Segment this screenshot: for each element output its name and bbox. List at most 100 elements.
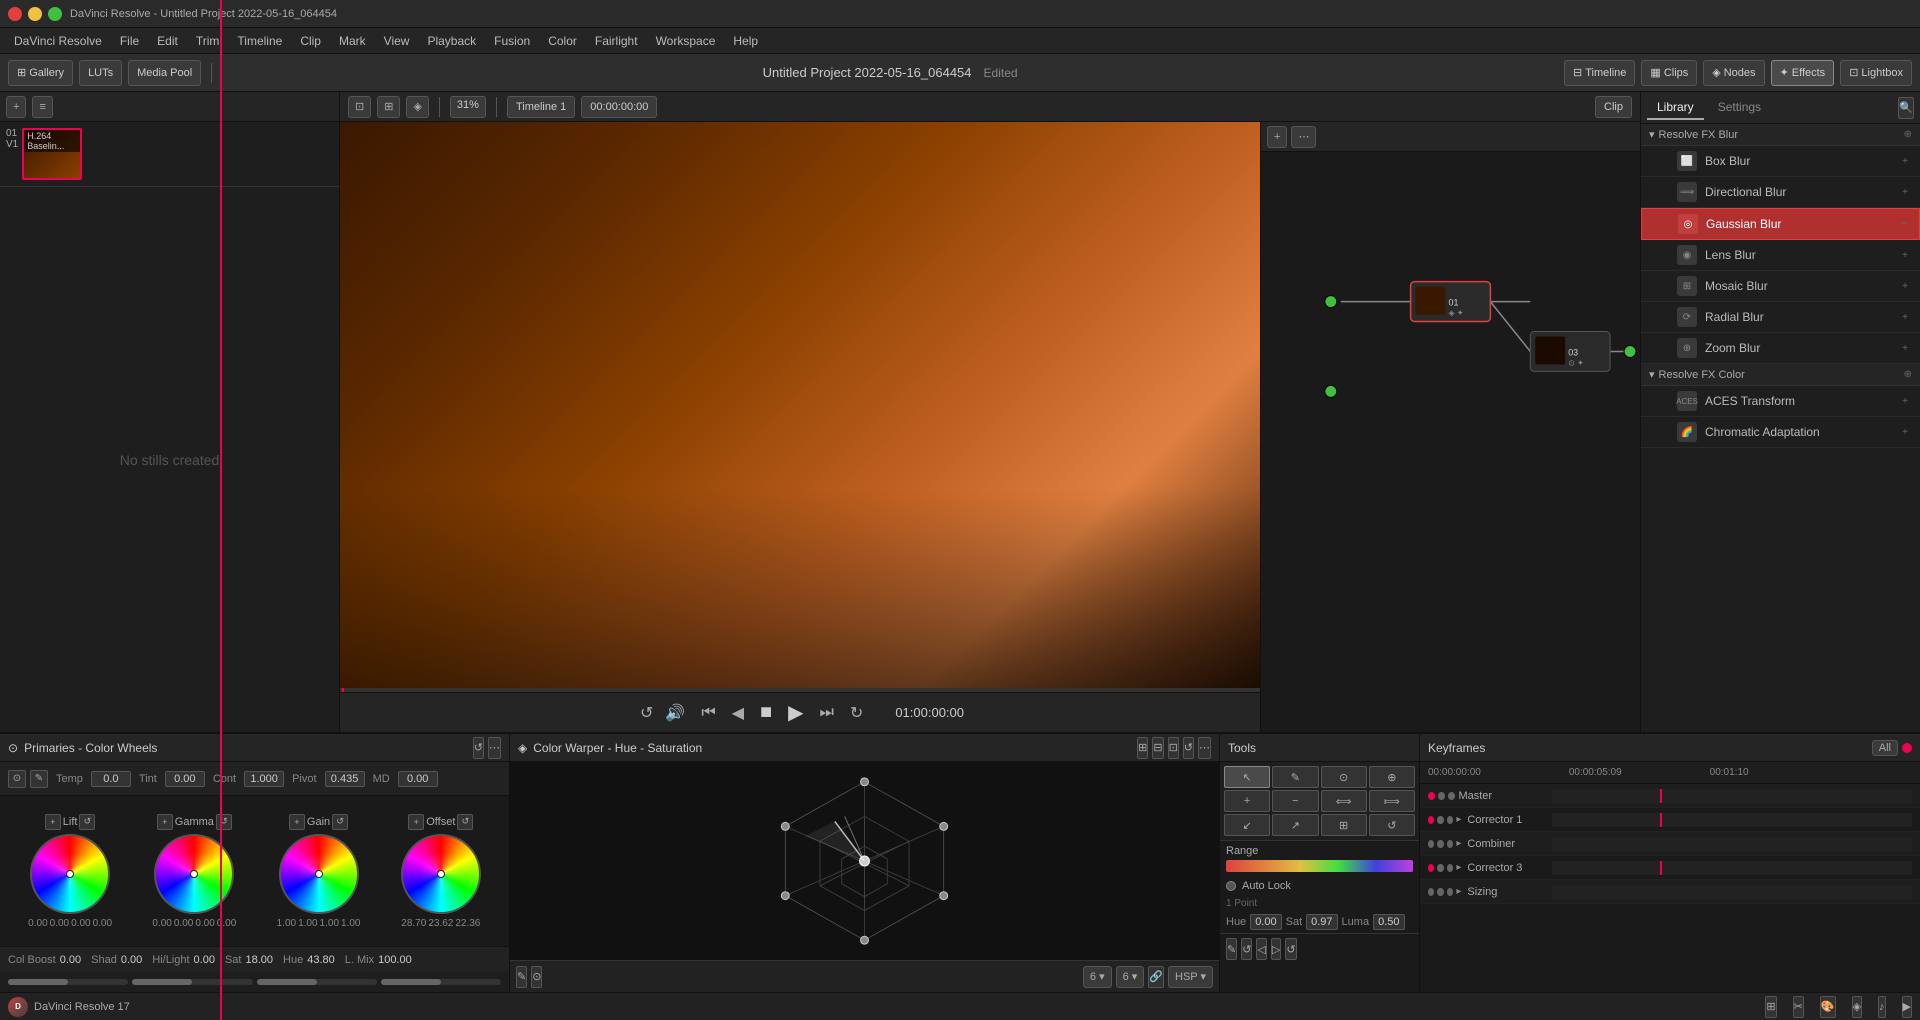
fx-lens-blur[interactable]: ◉ Lens Blur + bbox=[1641, 240, 1920, 271]
skip-fwd-btn[interactable]: ⏭ bbox=[816, 700, 838, 726]
lift-reset-btn[interactable]: ↺ bbox=[79, 814, 95, 830]
offset-add-btn[interactable]: + bbox=[408, 814, 424, 830]
tint-value[interactable]: 0.00 bbox=[165, 771, 205, 787]
md-value[interactable]: 0.00 bbox=[398, 771, 438, 787]
tool-bottom-3[interactable]: ◁ bbox=[1256, 938, 1266, 960]
temp-value[interactable]: 0.0 bbox=[91, 771, 131, 787]
cw-settings-btn[interactable]: ⋯ bbox=[488, 737, 501, 759]
stop-btn[interactable]: ■ bbox=[756, 697, 776, 728]
tool-expand[interactable]: ⊕ bbox=[1369, 766, 1415, 788]
kf-combiner-timeline[interactable] bbox=[1552, 837, 1912, 851]
status-fairlight-btn[interactable]: ♪ bbox=[1878, 996, 1886, 1018]
effects-btn[interactable]: ✦ Effects bbox=[1771, 60, 1835, 86]
warper-lock-btn[interactable]: ⊡ bbox=[1168, 737, 1179, 759]
nodes-btn[interactable]: ◈ Nodes bbox=[1703, 60, 1764, 86]
warper-expand-btn[interactable]: ⊞ bbox=[1137, 737, 1148, 759]
tool-vert[interactable]: ⟾ bbox=[1369, 790, 1415, 812]
lmix-value[interactable]: 100.00 bbox=[378, 954, 412, 966]
fx-chromatic-adaptation[interactable]: 🌈 Chromatic Adaptation + bbox=[1641, 417, 1920, 448]
pivot-value[interactable]: 0.435 bbox=[325, 771, 365, 787]
sort-btn[interactable]: ≡ bbox=[32, 96, 52, 118]
volume-btn[interactable]: 🔊 bbox=[661, 699, 689, 727]
fx-mosaic-blur[interactable]: ⊞ Mosaic Blur + bbox=[1641, 271, 1920, 302]
close-btn[interactable] bbox=[8, 7, 22, 21]
tool-eyedrop[interactable]: ⊙ bbox=[1321, 766, 1367, 788]
warper-canvas[interactable] bbox=[510, 762, 1219, 960]
kf-sizing-timeline[interactable] bbox=[1552, 885, 1912, 899]
warper-pencil-btn[interactable]: ✎ bbox=[516, 966, 527, 988]
menu-clip[interactable]: Clip bbox=[292, 32, 329, 50]
menu-help[interactable]: Help bbox=[725, 32, 766, 50]
slider-4[interactable] bbox=[381, 979, 501, 985]
warper-grid-btn[interactable]: ⊟ bbox=[1152, 737, 1163, 759]
loop-clip-btn[interactable]: ↻ bbox=[846, 699, 867, 727]
node-add-btn[interactable]: + bbox=[1267, 126, 1287, 148]
status-color-btn[interactable]: 🎨 bbox=[1820, 996, 1836, 1018]
fx-gaussian-blur[interactable]: ◎ Gaussian Blur + bbox=[1641, 208, 1920, 240]
gallery-btn[interactable]: ⊞ Gallery bbox=[8, 60, 73, 86]
menu-color[interactable]: Color bbox=[540, 32, 585, 50]
settings-tab[interactable]: Settings bbox=[1708, 96, 1771, 120]
offset-reset-btn[interactable]: ↺ bbox=[457, 814, 473, 830]
luma-hspvalue[interactable]: 0.50 bbox=[1373, 914, 1404, 930]
kf-siz-arrow[interactable]: ▸ bbox=[1456, 886, 1461, 897]
hue-value[interactable]: 43.80 bbox=[307, 954, 335, 966]
kf-c1-timeline[interactable] bbox=[1552, 813, 1912, 827]
menu-timeline[interactable]: Timeline bbox=[229, 32, 290, 50]
luts-btn[interactable]: LUTs bbox=[79, 60, 122, 86]
menu-mark[interactable]: Mark bbox=[331, 32, 374, 50]
hilight-value[interactable]: 0.00 bbox=[194, 954, 215, 966]
kf-master-timeline[interactable] bbox=[1552, 789, 1912, 803]
search-icon[interactable]: 🔍 bbox=[1898, 97, 1914, 119]
maximize-btn[interactable] bbox=[48, 7, 62, 21]
add-still-btn[interactable]: + bbox=[6, 96, 26, 118]
gamma-add-btn[interactable]: + bbox=[157, 814, 173, 830]
prev-frame-btn[interactable]: ◀ bbox=[728, 699, 748, 727]
gamma-wheel[interactable] bbox=[154, 834, 234, 914]
slider-2[interactable] bbox=[132, 979, 252, 985]
menu-file[interactable]: File bbox=[112, 32, 147, 50]
viewer-type-btn[interactable]: ⊡ bbox=[348, 96, 371, 118]
lift-wheel[interactable] bbox=[30, 834, 110, 914]
kf-comb-arrow[interactable]: ▸ bbox=[1456, 838, 1461, 849]
status-cut-btn[interactable]: ✂ bbox=[1793, 996, 1804, 1018]
menu-workspace[interactable]: Workspace bbox=[648, 32, 724, 50]
shad-value[interactable]: 0.00 bbox=[121, 954, 142, 966]
warper-count-left[interactable]: 6 ▾ bbox=[1083, 966, 1112, 988]
kf-c3-arrow[interactable]: ▸ bbox=[1456, 862, 1461, 873]
picker-btn[interactable]: ✎ bbox=[30, 770, 48, 788]
col-boost-value[interactable]: 0.00 bbox=[60, 954, 81, 966]
viewer-type2-btn[interactable]: ⊞ bbox=[377, 96, 400, 118]
fx-zoom-blur[interactable]: ⊕ Zoom Blur + bbox=[1641, 333, 1920, 364]
menu-fusion[interactable]: Fusion bbox=[486, 32, 538, 50]
kf-c1-arrow[interactable]: ▸ bbox=[1456, 814, 1461, 825]
node-canvas[interactable]: 01 ◈ ✦ 03 ⊙ ✦ bbox=[1261, 152, 1640, 504]
loop-icon[interactable]: ↺ bbox=[636, 699, 657, 727]
gain-wheel[interactable] bbox=[279, 834, 359, 914]
fx-aces-transform[interactable]: ACES ACES Transform + bbox=[1641, 386, 1920, 417]
tool-horiz[interactable]: ⟺ bbox=[1321, 790, 1367, 812]
viewer-type3-btn[interactable]: ◈ bbox=[406, 96, 428, 118]
gain-reset-btn[interactable]: ↺ bbox=[332, 814, 348, 830]
clip-thumbnail[interactable]: H.264 Baselin... bbox=[22, 128, 82, 180]
node-options-btn[interactable]: ⋯ bbox=[1291, 126, 1316, 148]
range-bar[interactable] bbox=[1226, 860, 1413, 872]
warper-link-btn[interactable]: 🔗 bbox=[1148, 966, 1164, 988]
zoom-select[interactable]: 31% bbox=[450, 96, 486, 118]
cw-reset-btn[interactable]: ↺ bbox=[473, 737, 484, 759]
warper-more-btn[interactable]: ⋯ bbox=[1198, 737, 1211, 759]
fx-radial-blur[interactable]: ⟳ Radial Blur + bbox=[1641, 302, 1920, 333]
tool-grid[interactable]: ⊞ bbox=[1321, 814, 1367, 836]
tool-pen[interactable]: ✎ bbox=[1272, 766, 1318, 788]
slider-3[interactable] bbox=[257, 979, 377, 985]
lift-add-btn[interactable]: + bbox=[45, 814, 61, 830]
tool-minus[interactable]: − bbox=[1272, 790, 1318, 812]
skip-back-btn[interactable]: ⏮ bbox=[697, 700, 719, 726]
gamma-reset-btn[interactable]: ↺ bbox=[216, 814, 232, 830]
kf-c3-timeline[interactable] bbox=[1552, 861, 1912, 875]
sat-value[interactable]: 18.00 bbox=[245, 954, 273, 966]
timeline-btn[interactable]: ⊟ Timeline bbox=[1564, 60, 1635, 86]
lightbox-btn[interactable]: ⊡ Lightbox bbox=[1840, 60, 1912, 86]
offset-wheel[interactable] bbox=[401, 834, 481, 914]
status-media-btn[interactable]: ⊞ bbox=[1765, 996, 1776, 1018]
